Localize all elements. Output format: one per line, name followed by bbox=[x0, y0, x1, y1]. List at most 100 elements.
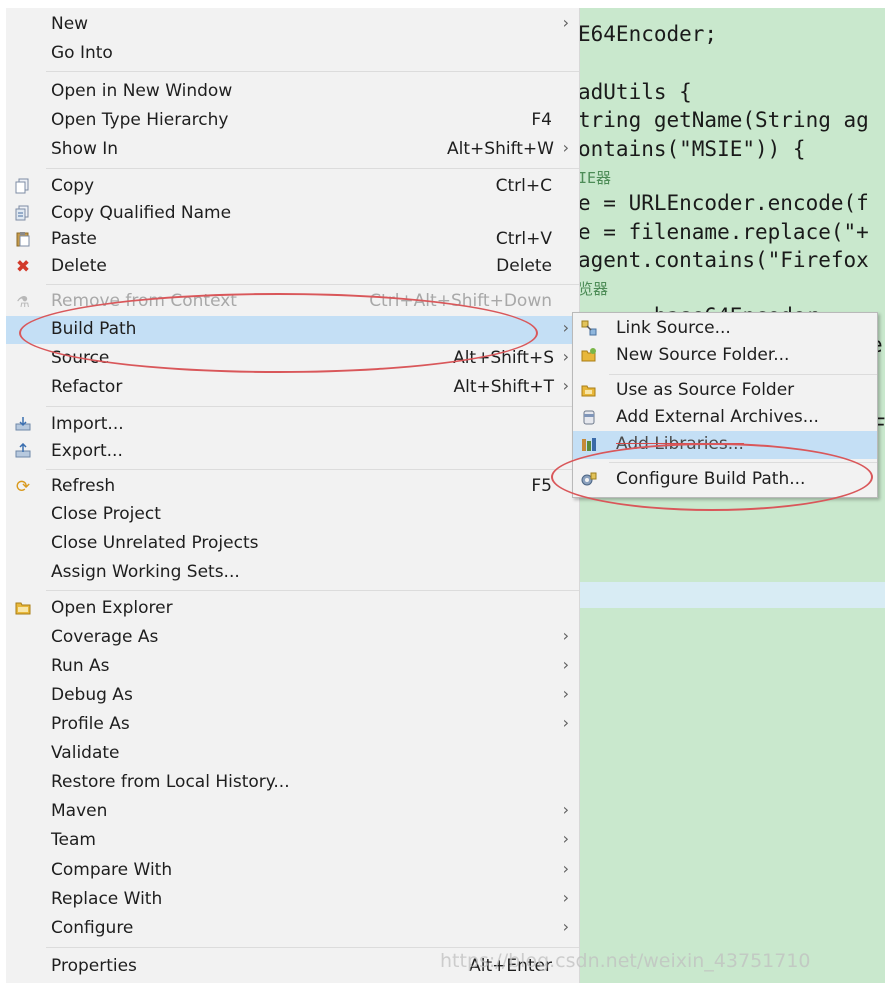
submenu-arrow-icon: › bbox=[562, 626, 569, 645]
menu-item-label: Open in New Window bbox=[51, 81, 233, 101]
menu-item-label: Copy Qualified Name bbox=[51, 203, 232, 223]
menu-item-close-unrelated-projects[interactable]: Close Unrelated Projects bbox=[6, 530, 579, 558]
menu-item-shortcut: Delete bbox=[496, 256, 552, 276]
folder-icon bbox=[14, 600, 32, 618]
menu-item-label: Remove from Context bbox=[51, 291, 237, 311]
menu-item-label: New bbox=[51, 14, 89, 34]
submenu-arrow-icon: › bbox=[562, 859, 569, 878]
context-menu: New › Go Into Open in New Window Open Ty… bbox=[6, 8, 580, 983]
menu-item-label: Delete bbox=[51, 256, 107, 276]
submenu-item-configure-build-path[interactable]: Configure Build Path... bbox=[573, 466, 877, 494]
code-line: ontains("MSIE")) { bbox=[578, 137, 806, 161]
submenu-arrow-icon: › bbox=[562, 800, 569, 819]
menu-item-show-in[interactable]: Show In Alt+Shift+W › bbox=[6, 136, 579, 164]
code-line: adUtils { bbox=[578, 80, 692, 104]
submenu-arrow-icon: › bbox=[562, 318, 569, 337]
submenu-arrow-icon: › bbox=[562, 13, 569, 32]
menu-item-run-as[interactable]: Run As › bbox=[6, 653, 579, 681]
menu-item-refresh[interactable]: ⟳ Refresh F5 bbox=[6, 473, 579, 501]
menu-item-close-project[interactable]: Close Project bbox=[6, 501, 579, 529]
menu-item-open-new-window[interactable]: Open in New Window bbox=[6, 78, 579, 106]
submenu-item-link-source[interactable]: Link Source... bbox=[573, 315, 877, 343]
menu-item-label: Run As bbox=[51, 656, 110, 676]
code-line-text: ontains("MSIE")) { bbox=[578, 137, 806, 161]
menu-item-go-into[interactable]: Go Into bbox=[6, 40, 579, 68]
menu-item-new[interactable]: New › bbox=[6, 11, 579, 39]
menu-item-label: Show In bbox=[51, 139, 119, 159]
menu-item-label: Open Type Hierarchy bbox=[51, 110, 229, 130]
submenu-item-add-external-archives[interactable]: Add External Archives... bbox=[573, 404, 877, 432]
menu-item-configure[interactable]: Configure › bbox=[6, 915, 579, 943]
submenu-arrow-icon: › bbox=[562, 829, 569, 848]
submenu-arrow-icon: › bbox=[562, 713, 569, 732]
menu-item-delete[interactable]: ✖ Delete Delete bbox=[6, 253, 579, 281]
menu-item-label: Maven bbox=[51, 801, 108, 821]
submenu-arrow-icon: › bbox=[562, 684, 569, 703]
menu-separator bbox=[46, 590, 579, 591]
code-line: agent.contains("Firefox bbox=[578, 248, 869, 272]
use-as-source-folder-icon bbox=[580, 382, 598, 400]
menu-item-shortcut: Alt+Shift+W bbox=[447, 139, 554, 159]
menu-item-label: Assign Working Sets... bbox=[51, 562, 240, 582]
menu-item-label: Export... bbox=[51, 441, 123, 461]
submenu-item-use-as-source-folder[interactable]: Use as Source Folder bbox=[573, 377, 877, 405]
import-icon bbox=[14, 416, 32, 434]
submenu-arrow-icon: › bbox=[562, 655, 569, 674]
menu-item-import[interactable]: Import... bbox=[6, 411, 579, 439]
menu-item-debug-as[interactable]: Debug As › bbox=[6, 682, 579, 710]
menu-item-label: Team bbox=[51, 830, 96, 850]
menu-item-copy[interactable]: Copy Ctrl+C bbox=[6, 173, 579, 201]
menu-item-restore-from-local-history[interactable]: Restore from Local History... bbox=[6, 769, 579, 797]
submenu-item-add-libraries[interactable]: Add Libraries... bbox=[573, 431, 877, 459]
menu-item-maven[interactable]: Maven › bbox=[6, 798, 579, 826]
menu-item-compare-with[interactable]: Compare With › bbox=[6, 857, 579, 885]
menu-separator bbox=[609, 462, 877, 463]
menu-item-coverage-as[interactable]: Coverage As › bbox=[6, 624, 579, 652]
menu-item-profile-as[interactable]: Profile As › bbox=[6, 711, 579, 739]
menu-item-label: Open Explorer bbox=[51, 598, 173, 618]
menu-item-source[interactable]: Source Alt+Shift+S › bbox=[6, 345, 579, 373]
menu-item-paste[interactable]: Paste Ctrl+V bbox=[6, 226, 579, 254]
remove-from-context-icon: ⚗ bbox=[16, 293, 30, 311]
menu-item-label: Refresh bbox=[51, 476, 116, 496]
menu-item-label: Validate bbox=[51, 743, 120, 763]
menu-item-build-path[interactable]: Build Path › bbox=[6, 316, 579, 344]
menu-item-label: Configure bbox=[51, 918, 134, 938]
submenu-item-new-source-folder[interactable]: New Source Folder... bbox=[573, 342, 877, 370]
menu-item-label: Source bbox=[51, 348, 110, 368]
submenu-item-label: Add Libraries... bbox=[616, 434, 744, 454]
menu-item-label: Build Path bbox=[51, 319, 137, 339]
menu-item-export[interactable]: Export... bbox=[6, 438, 579, 466]
export-icon bbox=[14, 442, 32, 461]
library-icon bbox=[580, 436, 598, 454]
menu-item-shortcut: Alt+Shift+T bbox=[453, 377, 554, 397]
menu-item-label: Close Project bbox=[51, 504, 161, 524]
menu-item-validate[interactable]: Validate bbox=[6, 740, 579, 768]
copy-qualified-name-icon bbox=[14, 205, 32, 223]
menu-item-refactor[interactable]: Refactor Alt+Shift+T › bbox=[6, 374, 579, 402]
code-line: tring getName(String ag bbox=[578, 108, 869, 132]
menu-item-open-explorer[interactable]: Open Explorer bbox=[6, 595, 579, 623]
menu-item-copy-qualified-name[interactable]: Copy Qualified Name bbox=[6, 200, 579, 228]
submenu-arrow-icon: › bbox=[562, 347, 569, 366]
menu-item-label: Replace With bbox=[51, 889, 163, 909]
submenu-item-label: Configure Build Path... bbox=[616, 469, 806, 489]
menu-item-shortcut: Ctrl+V bbox=[495, 229, 552, 249]
menu-separator bbox=[46, 168, 579, 169]
menu-item-assign-working-sets[interactable]: Assign Working Sets... bbox=[6, 559, 579, 587]
menu-item-shortcut: Ctrl+C bbox=[495, 176, 552, 196]
menu-item-replace-with[interactable]: Replace With › bbox=[6, 886, 579, 914]
menu-separator bbox=[46, 71, 579, 72]
menu-item-open-type-hierarchy[interactable]: Open Type Hierarchy F4 bbox=[6, 107, 579, 135]
link-source-icon bbox=[580, 320, 598, 338]
menu-separator bbox=[46, 406, 579, 407]
menu-item-shortcut: Alt+Shift+S bbox=[453, 348, 554, 368]
code-line: e = filename.replace("+ bbox=[578, 220, 869, 244]
menu-item-team[interactable]: Team › bbox=[6, 827, 579, 855]
menu-item-label: Refactor bbox=[51, 377, 123, 397]
menu-item-remove-from-context: ⚗ Remove from Context Ctrl+Alt+Shift+Dow… bbox=[6, 288, 579, 316]
submenu-item-label: Add External Archives... bbox=[616, 407, 819, 427]
menu-item-label: Coverage As bbox=[51, 627, 159, 647]
submenu-arrow-icon: › bbox=[562, 376, 569, 395]
submenu-item-label: Use as Source Folder bbox=[616, 380, 795, 400]
